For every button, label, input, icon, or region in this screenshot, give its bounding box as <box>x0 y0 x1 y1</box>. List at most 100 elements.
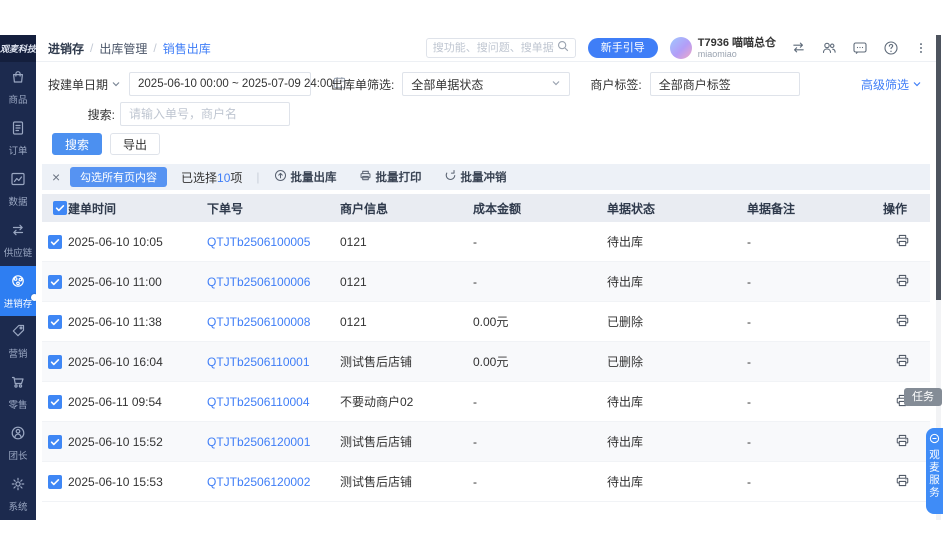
cell-doc-status: 待出库 <box>607 473 747 490</box>
date-type-dropdown[interactable]: 按建单日期 <box>48 76 121 93</box>
tag-icon <box>10 323 26 342</box>
row-checkbox[interactable] <box>48 235 62 249</box>
select-all-checkbox[interactable] <box>53 201 67 215</box>
user-name: T7936 喵喵总仓 <box>698 37 776 50</box>
order-number-link[interactable]: QTJTb2506100008 <box>207 315 310 329</box>
cell-doc-remark: - <box>747 355 883 369</box>
document-status-select[interactable]: 全部单据状态 <box>402 72 570 96</box>
print-icon[interactable] <box>895 433 910 448</box>
scrollbar-thumb[interactable] <box>936 35 941 300</box>
col-doc-remark: 单据备注 <box>747 200 883 217</box>
select-all-pages-button[interactable]: 勾选所有页内容 <box>70 167 167 187</box>
col-order-number: 下单号 <box>207 200 340 217</box>
user-info[interactable]: T7936 喵喵总仓 miaomiao <box>698 37 776 60</box>
cell-cost-amount: - <box>473 395 607 409</box>
user-avatar[interactable] <box>670 37 692 59</box>
cell-cost-amount: 0.00元 <box>473 353 607 370</box>
print-icon[interactable] <box>895 313 910 328</box>
table-row: 2025-06-10 11:00QTJTb25061000060121-待出库- <box>42 262 930 302</box>
sidebar-item-system[interactable]: 系统 <box>0 469 36 520</box>
table-row: 2025-06-10 15:52QTJTb2506120001测试售后店铺-待出… <box>42 422 930 462</box>
sidebar-item-leader[interactable]: 团长 <box>0 418 36 469</box>
cell-doc-remark: - <box>747 435 883 449</box>
cell-create-time: 2025-06-10 15:53 <box>68 475 207 489</box>
global-search-box[interactable] <box>426 38 576 58</box>
table-body: 2025-06-10 10:05QTJTb25061000050121-待出库-… <box>42 222 930 502</box>
cell-doc-remark: - <box>747 475 883 489</box>
chevron-down-icon <box>111 79 121 89</box>
search-button[interactable]: 搜索 <box>52 133 102 155</box>
print-icon[interactable] <box>895 473 910 488</box>
order-number-link[interactable]: QTJTb2506120002 <box>207 475 310 489</box>
row-checkbox[interactable] <box>48 475 62 489</box>
guanmai-service-tab[interactable]: 观麦服务 <box>926 428 943 514</box>
cell-doc-status: 待出库 <box>607 273 747 290</box>
table-header: 建单时间 下单号 商户信息 成本金额 单据状态 单据备注 操作 <box>42 194 930 222</box>
keyword-search-input[interactable] <box>120 102 290 126</box>
cell-doc-status: 待出库 <box>607 433 747 450</box>
message-icon[interactable] <box>852 40 868 56</box>
sidebar-item-data[interactable]: 数据 <box>0 164 36 215</box>
print-icon[interactable] <box>895 233 910 248</box>
outbound-orders-table: 建单时间 下单号 商户信息 成本金额 单据状态 单据备注 操作 2025-06-… <box>42 194 930 502</box>
sidebar-item-orders[interactable]: 订单 <box>0 113 36 164</box>
order-number-link[interactable]: QTJTb2506110004 <box>207 395 310 409</box>
sidebar-item-inventory[interactable]: 进销存 <box>0 266 36 317</box>
batch-action-label: 批量出库 <box>291 169 337 185</box>
export-button[interactable]: 导出 <box>110 133 160 155</box>
batch-action-button[interactable]: 批量冲销 <box>444 169 507 185</box>
sidebar-item-label: 零售 <box>9 397 28 411</box>
breadcrumb-section[interactable]: 出库管理 <box>99 40 147 57</box>
task-floating-tag[interactable]: 任务 <box>904 388 942 406</box>
advanced-filter-link[interactable]: 高级筛选 <box>861 76 922 93</box>
cell-merchant-info: 测试售后店铺 <box>340 353 473 370</box>
order-number-link[interactable]: QTJTb2506100006 <box>207 275 310 289</box>
row-checkbox[interactable] <box>48 395 62 409</box>
date-range-picker[interactable]: 2025-06-10 00:00 ~ 2025-07-09 24:00 <box>129 72 311 96</box>
batch-action-button[interactable]: 批量出库 <box>274 169 337 185</box>
row-checkbox[interactable] <box>48 355 62 369</box>
col-cost-amount: 成本金额 <box>473 200 607 217</box>
switch-account-icon[interactable] <box>791 40 806 55</box>
sidebar-item-label: 进销存 <box>4 295 33 309</box>
print-icon[interactable] <box>895 353 910 368</box>
cell-create-time: 2025-06-10 11:38 <box>68 315 207 329</box>
order-number-link[interactable]: QTJTb2506100005 <box>207 235 310 249</box>
network-icon <box>10 273 26 292</box>
global-search-input[interactable] <box>433 42 557 54</box>
help-icon[interactable] <box>883 40 899 56</box>
order-number-link[interactable]: QTJTb2506120001 <box>207 435 310 449</box>
row-checkbox[interactable] <box>48 315 62 329</box>
sidebar-item-label: 团长 <box>9 448 28 462</box>
topbar-right: 新手引导 T7936 喵喵总仓 miaomiao <box>426 37 928 60</box>
contacts-icon[interactable] <box>821 40 837 56</box>
merchant-tag-select[interactable]: 全部商户标签 <box>650 72 800 96</box>
breadcrumb-module[interactable]: 进销存 <box>48 40 84 57</box>
batch-actions: 批量出库 批量打印 批量冲销 <box>274 169 529 185</box>
sidebar-item-supply-chain[interactable]: 供应链 <box>0 215 36 266</box>
more-menu-icon[interactable] <box>914 41 928 55</box>
close-icon[interactable]: × <box>52 169 68 185</box>
cell-doc-status: 已删除 <box>607 353 747 370</box>
supply-icon <box>10 222 26 241</box>
filter-row-2: 搜索: <box>48 102 926 126</box>
batch-action-button[interactable]: 批量打印 <box>359 169 422 185</box>
chevron-down-icon <box>551 77 561 91</box>
sidebar-item-marketing[interactable]: 营销 <box>0 316 36 367</box>
cart-icon <box>10 374 26 393</box>
print-icon <box>359 169 372 185</box>
row-checkbox[interactable] <box>48 435 62 449</box>
order-number-link[interactable]: QTJTb2506110001 <box>207 355 310 369</box>
sidebar-item-goods[interactable]: 商品 <box>0 62 36 113</box>
app-window: 观麦科技 商品订单数据供应链进销存营销零售团长系统 进销存 / 出库管理 / 销… <box>0 0 944 545</box>
beginner-guide-button[interactable]: 新手引导 <box>588 38 658 58</box>
print-icon[interactable] <box>895 273 910 288</box>
table-row: 2025-06-11 09:54QTJTb2506110004不要动商户02-待… <box>42 382 930 422</box>
cell-doc-remark: - <box>747 235 883 249</box>
sidebar-item-retail[interactable]: 零售 <box>0 367 36 418</box>
row-checkbox[interactable] <box>48 275 62 289</box>
sidebar-item-label: 营销 <box>9 346 28 360</box>
cell-cost-amount: - <box>473 275 607 289</box>
cell-cost-amount: - <box>473 435 607 449</box>
batch-action-label: 批量打印 <box>376 169 422 185</box>
